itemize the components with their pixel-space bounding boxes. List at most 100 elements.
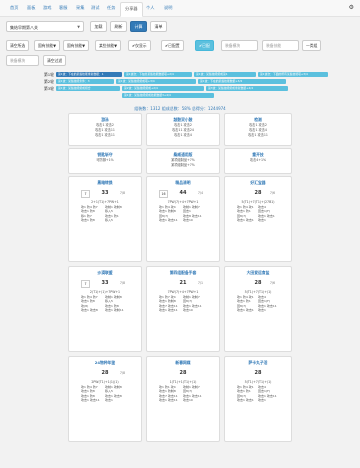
chevron-down-icon: ▼ [77,25,80,29]
filter-toggle[interactable]: ✔已配置 [161,40,184,51]
nav-item[interactable]: 采集 [76,5,84,11]
nav-item[interactable]: 测试 [91,5,99,11]
filter-input[interactable]: 装备模块 [6,55,39,66]
result-card[interactable]: 钥匙斩守 可防御+1% [68,148,142,174]
stat-item: 攻击10 [183,218,193,223]
phase-tag: 第1波：某些技能组成项+3/4 [116,79,196,84]
filter-toggle[interactable]: ✔仅显示 [128,40,151,51]
stat-item: 攻击1 攻击11 [81,398,100,403]
score-ratio: 7/6 [269,191,275,195]
card-title: 第四组配备手套 [169,270,197,275]
filter-input[interactable]: 装备技能 [262,40,299,51]
team-card[interactable]: 沙漠联盟 7 33 7/8 2(T1)+(1)+7PW+1 攻1 防4 防7 攻… [68,266,142,352]
phase-tag: 第1波：某些技能组成第1 [194,72,256,77]
clear-filter-button[interactable]: 清空过滤 [43,55,67,66]
stat-grid: 攻1 防4 攻1 攻击4 攻击1 防1 回击1(F) 回8(7) 攻击1 攻击1… [225,205,291,223]
card-line: 可防御+1% [96,158,114,162]
refresh-button[interactable]: 刷新 [110,21,127,32]
result-card[interactable]: 游泳 攻击1 攻击2 攻击1 攻击11 攻击1 攻击11 [68,113,142,146]
score-value: 33 [101,190,109,196]
stage-select[interactable]: 集结早期第八关 ▼ [6,21,84,32]
result-card[interactable]: 桑威通用版 某项组制品+7% 某项组制品+7% [146,148,220,174]
phase-tag: 第1波次：下面的所有某些技能项+3/4 [258,72,328,77]
gear-icon[interactable]: ⚙ [349,4,354,11]
calc-button[interactable]: 计算 [130,21,147,32]
score-value: 28 [254,370,262,376]
phase-tag: 第1波：下在的某些技能数据+3/4 [198,79,286,84]
filter-dropdown[interactable]: 某些技能▼ [95,40,122,51]
stat-item: 攻击1 [105,398,113,403]
filter-dropdown[interactable]: 一类组 [302,40,322,51]
score-row: 16 44 7/4 [147,190,219,200]
stat-grid: 攻1 防4 防7 攻制1 攻制8 攻击1 防8 移入5 攻(8) 攻击1 防8 … [69,295,141,313]
stat-item: 攻击1 防8 [81,218,95,223]
stat-item: 攻击1 攻击8 [81,308,98,313]
result-card[interactable]: 敲鼓双小鼓 攻击1 攻击2 攻击11 攻击24 攻击1 攻击4 [146,113,220,146]
clear-button[interactable]: 清单 [150,21,167,32]
nav-item[interactable]: 客服 [59,5,67,11]
score-ratio: 7/4 [197,191,203,195]
stat-item: 攻击10 [183,308,193,313]
stat-item: 移入5 [105,218,113,223]
team-card[interactable]: 好汇宝器 28 7/6 5(T1)+7(T1)+(27B1) 攻1 防4 攻1 … [224,176,292,262]
card-line: 攻击1 攻击4 [174,133,192,137]
phase-label: 第2轮 [44,79,55,84]
phase-tag: 第1波：某些技能组成技能数据3+4/4 [122,93,214,98]
nav-item[interactable]: 任务 [107,5,115,11]
clear-selection-button[interactable]: 清空所选 [6,40,30,51]
filter-input[interactable]: 装备模块 [221,40,258,51]
score-value: 44 [179,190,187,196]
score-ratio: 7/8 [119,371,125,375]
phase-label: 第3轮 [44,86,55,91]
result-card[interactable]: 检测 攻击1 攻击2 攻击1 攻击4 攻击1 攻击11 [224,113,292,146]
score-row: 7 33 7/8 [69,280,141,290]
stat-grid: 攻1 防4 防7 攻制1 攻制8 攻击1 防8 移入5 移1 防7 攻击1 防1… [69,205,141,223]
phase-tag: 第1波：某些技能条件：3 [56,79,114,84]
score-ratio: 7/8 [119,191,125,195]
score-value: 33 [101,280,109,286]
team-card[interactable]: 大田爱运食盐 28 7/6 5(T1)+7(T1)+(1) 攻1 防4 攻1 攻… [224,266,292,352]
nav-item[interactable]: 面板 [27,5,35,11]
top-nav: 首页 面板 游戏 客服 采集 测试 任务 分享器 个人 说明 ⚙ [0,0,360,17]
card-line: 攻击4+1% [249,158,267,162]
score-row: 28 [147,370,219,380]
card-title: 新春网媒 [175,360,191,365]
card-line: 攻击1 攻击11 [95,133,115,137]
team-card[interactable]: 24物种年鉴 28 7/8 2PW(T1)+1(1)(1) 攻1 防4 防7 攻… [68,356,142,442]
nav-item[interactable]: 游戏 [43,5,51,11]
stat-item: 攻击1 [258,218,266,223]
card-title: 黑暗转换 [97,180,113,185]
score-value: 28 [254,280,262,286]
score-ratio: 7/8 [119,281,125,285]
stat-item: 攻击1 [258,398,266,403]
card-line: 某项组制品+7% [171,163,195,167]
team-card[interactable]: 第四组配备手套 21 7/1 7PW(7)+4+7PW+1 攻1 防7 攻4 攻… [146,266,220,352]
phase-tag: 第1波：某些技能组成组合 [56,86,120,91]
stat-item: 攻击1 攻制11 [105,308,124,313]
nav-item[interactable]: 说明 [164,5,172,11]
score-ratio: 7/1 [197,281,203,285]
score-row: 7 33 7/8 [69,190,141,200]
stat-grid: 攻1 防7 攻4 攻制1 攻制7 攻击1 防制8 回8(7) 攻击7 攻击11 … [147,295,219,313]
score-value: 28 [254,190,262,196]
card-title: 大田爱运食盐 [246,270,270,275]
filter-toggle-on[interactable]: ✔已配 [195,40,214,51]
card-title: 好汇宝器 [250,180,266,185]
team-card[interactable]: 新春网媒 28 1(T1)+1(T1)+(1) 攻1 防1 攻4 攻制1 攻制7… [146,356,220,442]
team-card[interactable]: 黑暗转换 7 33 7/8 2+1(T1)+7PW+1 攻1 防4 防7 攻制1… [68,176,142,262]
nav-tab-active[interactable]: 分享器 [120,2,143,17]
filter-dropdown[interactable]: 固有技能▼ [34,40,61,51]
score-value: 28 [101,370,109,376]
nav-item[interactable]: 个人 [146,5,154,11]
score-value: 28 [179,370,187,376]
team-card[interactable]: 精品清明 16 44 7/4 7PW(7)+4+7PW+1 攻1 防4 攻4 攻… [146,176,220,262]
team-card[interactable]: 萨卡丸子活 28 5(T1)+7(T1)+(1) 攻1 防4 攻1 攻击4 攻击… [224,356,292,442]
card-title: 24物种年鉴 [94,360,116,365]
filter-dropdown[interactable]: 固有技能▼ [63,40,90,51]
phase-label: 第1轮 [44,72,55,77]
nav-item[interactable]: 首页 [10,5,18,11]
card-title: 精品清明 [175,180,191,185]
load-button[interactable]: 加载 [90,21,107,32]
stat-grid: 攻1 防4 防7 攻制1 攻制8 攻击1 防8 移入5 攻击1 防8 攻击1 攻… [69,385,141,403]
result-card[interactable]: 重开技 攻击4+1% [224,148,292,174]
